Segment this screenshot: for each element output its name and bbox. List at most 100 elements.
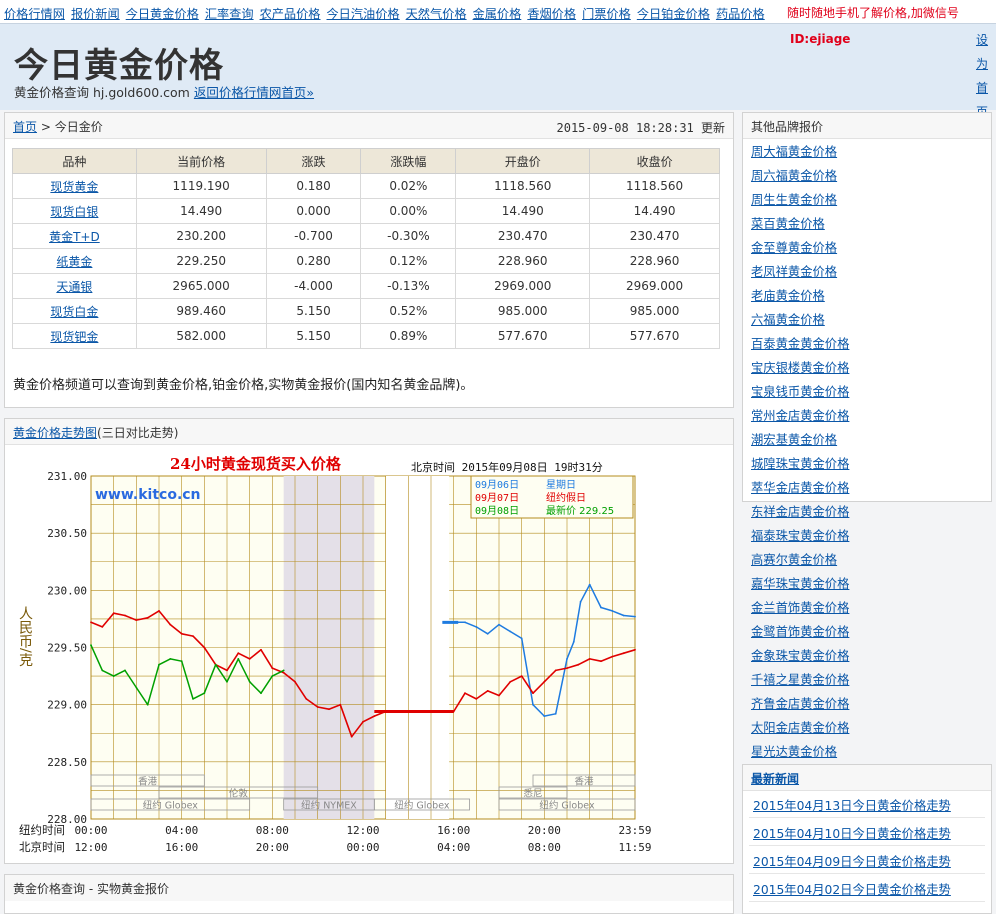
set-homepage-char[interactable]: 首	[974, 76, 990, 100]
nav-item[interactable]: 天然气价格	[406, 7, 467, 21]
product-link[interactable]: 现货黄金	[12, 173, 137, 199]
home-link[interactable]: 返回价格行情网首页»	[194, 85, 314, 100]
news-item[interactable]: 2015年04月13日今日黄金价格走势	[753, 796, 951, 814]
brand-link[interactable]: 千禧之星黄金价格	[751, 671, 869, 695]
x-tick-label: 11:59	[618, 841, 651, 854]
set-homepage-char[interactable]: 为	[974, 52, 990, 76]
legend-label: 星期日	[546, 479, 576, 491]
brand-link[interactable]: 金兰首饰黄金价格	[751, 599, 869, 623]
brand-link[interactable]: 常州金店黄金价格	[751, 407, 869, 431]
data-point	[554, 712, 557, 715]
table-cell: -0.30%	[360, 223, 457, 249]
product-link[interactable]: 现货钯金	[12, 323, 137, 349]
data-point	[464, 621, 466, 624]
brand-link[interactable]: 周六福黄金价格	[751, 167, 869, 191]
news-item[interactable]: 2015年04月02日今日黄金价格走势	[753, 880, 951, 898]
nav-item[interactable]: 今日铂金价格	[637, 7, 710, 21]
product-link[interactable]: 现货白银	[12, 198, 137, 224]
price-table-header: 品种 当前价格 涨跌 涨跌幅 开盘价 收盘价	[12, 148, 720, 174]
data-point	[634, 648, 636, 651]
data-point	[464, 692, 466, 695]
physical-gold-title: 黄金价格查询 - 实物黄金报价	[5, 875, 733, 901]
brand-link[interactable]: 太阳金店黄金价格	[751, 719, 869, 743]
product-link[interactable]: 纸黄金	[12, 248, 137, 274]
x-tick-label: 23:59	[618, 824, 651, 837]
wechat-promo[interactable]: 随时随地手机了解价格,加微信号	[787, 4, 959, 21]
nav-item[interactable]: 今日黄金价格	[126, 7, 199, 21]
brand-link[interactable]: 老庙黄金价格	[751, 287, 869, 311]
chart-title-link[interactable]: 黄金价格走势图	[13, 426, 97, 440]
news-divider	[749, 873, 985, 874]
data-point	[316, 706, 319, 708]
brand-link[interactable]: 菜百黄金价格	[751, 215, 869, 239]
data-point	[611, 610, 614, 612]
brand-link[interactable]: 东祥金店黄金价格	[751, 503, 869, 527]
brand-link[interactable]: 萃华金店黄金价格	[751, 479, 869, 503]
table-cell: 228.960	[589, 248, 720, 274]
nav-item[interactable]: 药品价格	[716, 7, 765, 21]
y-tick-label: 228.50	[47, 756, 87, 769]
brand-link[interactable]: 周大福黄金价格	[751, 143, 869, 167]
column-header: 涨跌	[265, 148, 362, 174]
brand-link[interactable]: 高赛尔黄金价格	[751, 551, 869, 575]
brand-link[interactable]: 宝泉钱币黄金价格	[751, 383, 869, 407]
nav-item[interactable]: 金属价格	[473, 7, 522, 21]
data-point	[203, 692, 206, 695]
brand-link[interactable]: 百泰黄金黄金价格	[751, 335, 869, 359]
brands-panel-title: 其他品牌报价	[743, 113, 991, 139]
table-cell: 989.460	[135, 298, 267, 324]
nav-item[interactable]: 农产品价格	[260, 7, 321, 21]
data-point	[532, 703, 534, 706]
x-tick-label: 12:00	[346, 824, 379, 837]
x-tick-label: 12:00	[74, 841, 107, 854]
brand-link[interactable]: 福泰珠宝黄金价格	[751, 527, 869, 551]
brand-link[interactable]: 老凤祥黄金价格	[751, 263, 869, 287]
brand-link[interactable]: 城隍珠宝黄金价格	[751, 455, 869, 479]
nav-item[interactable]: 香烟价格	[527, 7, 576, 21]
brand-link[interactable]: 六福黄金价格	[751, 311, 869, 335]
brand-link[interactable]: 金至尊黄金价格	[751, 239, 869, 263]
brand-link[interactable]: 潮宏基黄金价格	[751, 431, 869, 455]
data-point	[498, 623, 500, 626]
data-point	[282, 671, 285, 674]
nav-item[interactable]: 价格行情网	[4, 7, 65, 21]
nav-item[interactable]: 汇率查询	[205, 7, 254, 21]
news-divider	[749, 845, 985, 846]
data-point	[543, 680, 546, 683]
nav-item[interactable]: 门票价格	[582, 7, 631, 21]
set-homepage-link[interactable]: 设为首页	[974, 28, 990, 124]
brand-link[interactable]: 金象珠宝黄金价格	[751, 647, 869, 671]
brand-link[interactable]: 嘉华珠宝黄金价格	[751, 575, 869, 599]
column-header: 品种	[12, 148, 137, 174]
data-point	[622, 652, 625, 655]
session-label: 纽约 NYMEX	[301, 800, 357, 812]
news-panel-title[interactable]: 最新新闻	[743, 765, 991, 791]
data-point	[362, 720, 364, 723]
product-link[interactable]: 现货白金	[12, 298, 137, 324]
y-axis-label: 人民币/克	[17, 606, 33, 668]
product-link[interactable]: 天通银	[12, 273, 137, 299]
brand-link[interactable]: 金鹭首饰黄金价格	[751, 623, 869, 647]
data-point	[192, 635, 194, 637]
data-point	[260, 692, 262, 695]
brands-panel: 其他品牌报价 周大福黄金价格周六福黄金价格周生生黄金价格菜百黄金价格金至尊黄金价…	[742, 112, 992, 855]
brand-link[interactable]: 齐鲁金店黄金价格	[751, 695, 869, 719]
brand-link[interactable]: 宝庆银楼黄金价格	[751, 359, 869, 383]
chart-panel-header: 黄金价格走势图(三日对比走势)	[5, 419, 733, 445]
set-homepage-char[interactable]: 设	[974, 28, 990, 52]
data-point	[260, 648, 262, 651]
x-axis-row1-label: 纽约时间	[19, 823, 65, 837]
product-link[interactable]: 黄金T+D	[12, 223, 137, 249]
site-domain: 黄金价格查询 hj.gold600.com	[14, 85, 190, 100]
session-label: 伦敦	[229, 788, 249, 800]
news-item[interactable]: 2015年04月10日今日黄金价格走势	[753, 824, 951, 842]
news-item[interactable]: 2015年04月09日今日黄金价格走势	[753, 852, 951, 870]
nav-item[interactable]: 报价新闻	[71, 7, 120, 21]
data-point	[577, 663, 580, 666]
data-point	[588, 583, 591, 586]
nav-item[interactable]: 今日汽油价格	[327, 7, 400, 21]
chart-title: 24小时黄金现货买入价格	[170, 455, 342, 473]
table-cell: 0.02%	[360, 173, 457, 199]
brand-link[interactable]: 周生生黄金价格	[751, 191, 869, 215]
breadcrumb-home[interactable]: 首页	[13, 120, 37, 134]
